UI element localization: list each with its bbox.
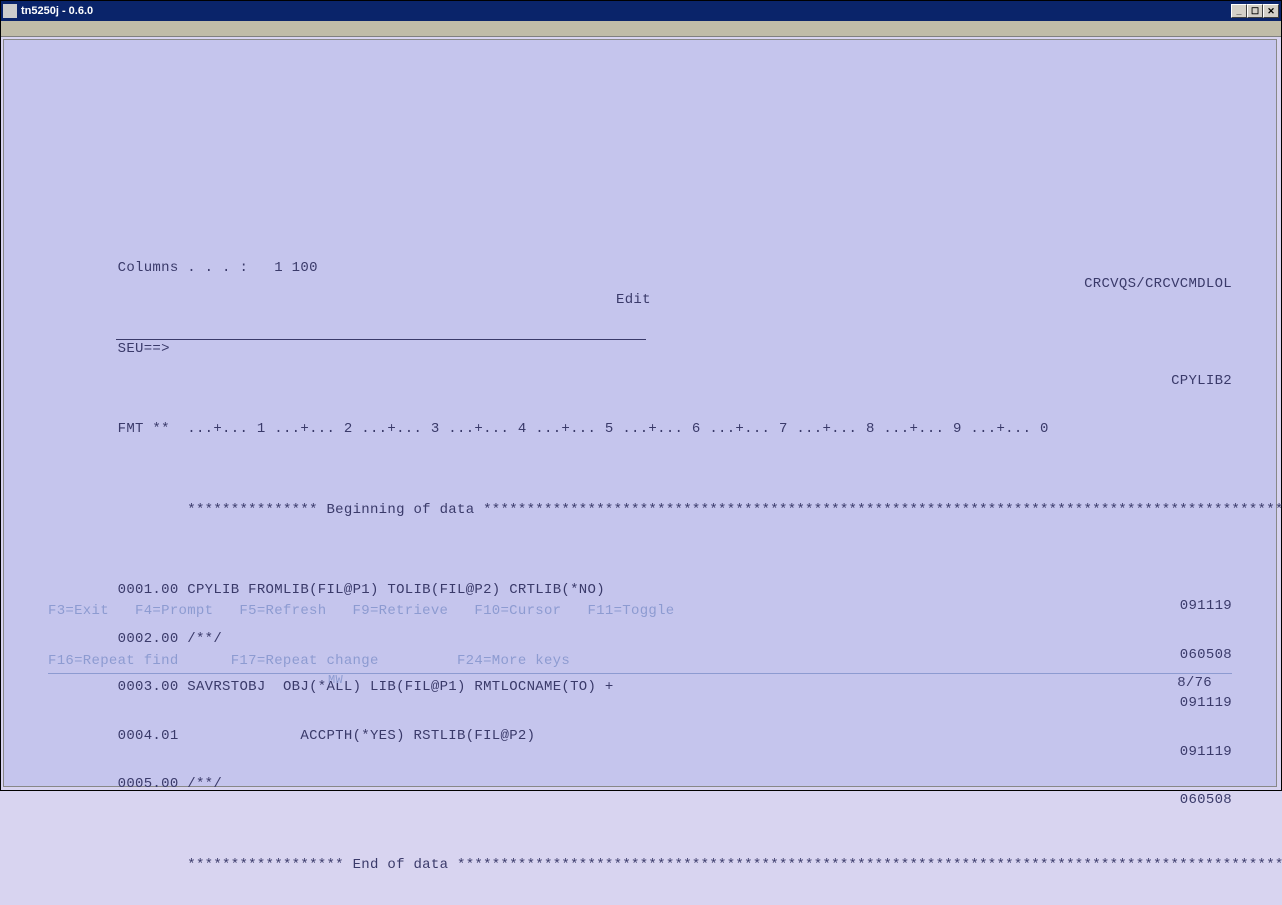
library-member: CRCVQS/CRCVCMDLOL xyxy=(1084,276,1232,292)
source-line[interactable]: 0005.00 /**/ 060508 xyxy=(48,760,1232,777)
change-date: 091119 xyxy=(1180,695,1232,711)
toolbar-strip xyxy=(1,21,1281,37)
edit-mode-label: Edit xyxy=(616,292,651,308)
columns-label: Columns . . . : xyxy=(118,260,249,276)
title-bar: tn5250j - 0.6.0 _ ☐ ✕ xyxy=(1,1,1281,21)
cursor-position: 8/76 xyxy=(1177,675,1212,691)
status-indicator: MW xyxy=(328,672,343,688)
source-text: /**/ xyxy=(187,776,222,792)
fkey-row-2: F16=Repeat find F17=Repeat change F24=Mo… xyxy=(48,653,675,670)
seq-number: 0004.01 xyxy=(118,728,179,744)
app-icon xyxy=(3,4,17,18)
fmt-label: FMT ** xyxy=(118,421,170,437)
column-ruler: ...+... 1 ...+... 2 ...+... 3 ...+... 4 … xyxy=(187,421,1048,437)
window-title: tn5250j - 0.6.0 xyxy=(21,5,1231,17)
change-date: 060508 xyxy=(1180,647,1232,663)
seu-command-input[interactable] xyxy=(116,325,646,340)
source-text: ACCPTH(*YES) RSTLIB(FIL@P2) xyxy=(187,728,535,744)
end-data-marker: ****************** End of data *********… xyxy=(48,841,1232,858)
header-row-seu: SEU==> CPYLIB2 xyxy=(48,325,1232,342)
header-row-columns: Columns . . . : 1 100 CRCVQS/CRCVCMDLOL … xyxy=(48,244,1232,261)
begin-data-marker: *************** Beginning of data ******… xyxy=(48,486,1232,503)
close-button[interactable]: ✕ xyxy=(1263,4,1279,18)
minimize-button[interactable]: _ xyxy=(1231,4,1247,18)
terminal-screen[interactable]: Columns . . . : 1 100 CRCVQS/CRCVCMDLOL … xyxy=(3,39,1277,787)
status-line: MW 8/76 xyxy=(48,673,1232,691)
seq-number: 0005.00 xyxy=(118,776,179,792)
seu-label: SEU==> xyxy=(118,341,170,357)
change-date: 091119 xyxy=(1180,744,1232,760)
member-type: CPYLIB2 xyxy=(1171,373,1232,389)
source-line[interactable]: 0004.01 ACCPTH(*YES) RSTLIB(FIL@P2) 0911… xyxy=(48,712,1232,729)
header-row-fmt: FMT ** ...+... 1 ...+... 2 ...+... 3 ...… xyxy=(48,405,1232,422)
change-date: 091119 xyxy=(1180,598,1232,614)
columns-value: 1 100 xyxy=(274,260,318,276)
change-date: 060508 xyxy=(1180,792,1232,808)
window-controls: _ ☐ ✕ xyxy=(1231,4,1279,18)
fkey-row-1: F3=Exit F4=Prompt F5=Refresh F9=Retrieve… xyxy=(48,603,675,620)
maximize-button[interactable]: ☐ xyxy=(1247,4,1263,18)
